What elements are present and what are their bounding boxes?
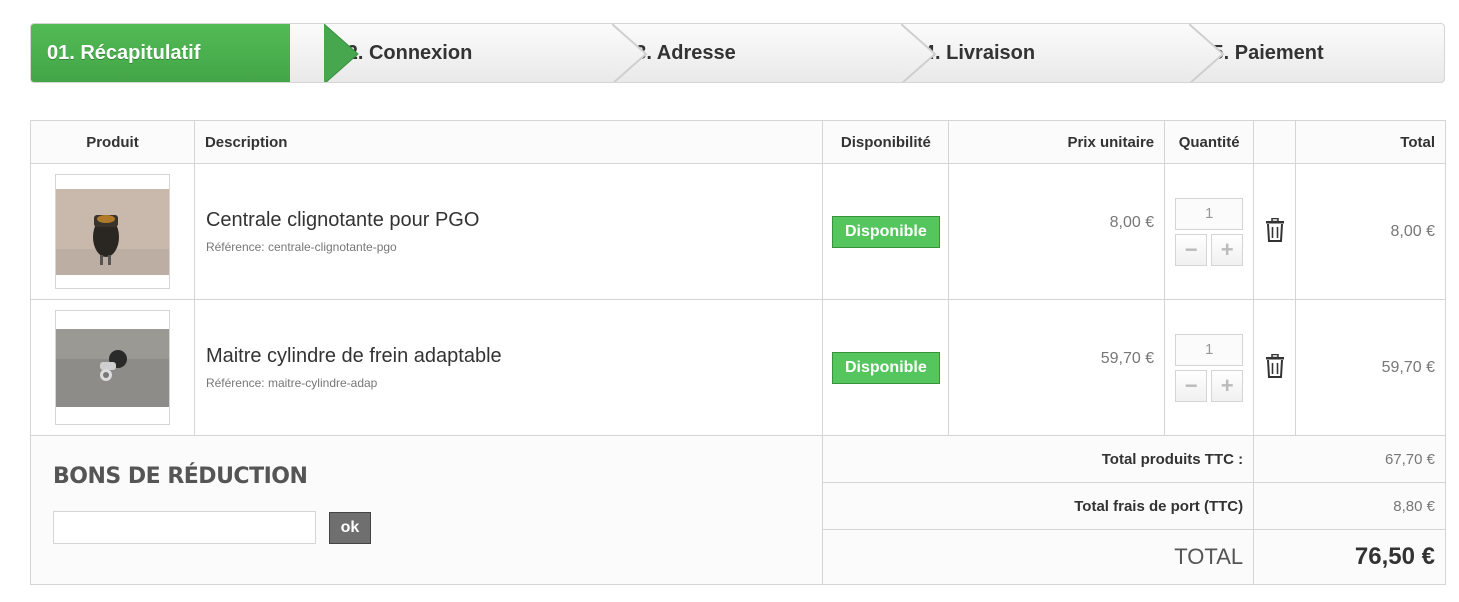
minus-icon: −	[1184, 372, 1198, 398]
availability-badge: Disponible	[831, 215, 940, 248]
product-description-cell: Maitre cylindre de frein adaptable Référ…	[193, 299, 824, 436]
table-header-row: Produit Description Disponibilité Prix u…	[30, 120, 1446, 164]
delete-cell	[1253, 163, 1297, 300]
grand-total-value: 76,50 €	[1253, 529, 1446, 585]
minus-icon: −	[1184, 236, 1198, 262]
quantity-decrease-button[interactable]: −	[1175, 369, 1208, 402]
voucher-section: BONS DE RÉDUCTION ok	[29, 435, 824, 585]
checkout-steps: 01. Récapitulatif 02. Connexion 03. Adre…	[30, 23, 1445, 83]
product-reference: Référence: maitre-cylindre-adap	[205, 376, 378, 390]
header-quantity: Quantité	[1164, 120, 1255, 164]
header-delete	[1253, 120, 1297, 164]
row-total: 59,70 €	[1295, 299, 1446, 436]
quantity-cell: 1 − +	[1164, 163, 1255, 300]
delete-cell	[1253, 299, 1297, 436]
unit-price: 8,00 €	[948, 163, 1166, 300]
product-reference: Référence: centrale-clignotante-pgo	[205, 240, 397, 254]
step-label: 01. Récapitulatif	[47, 41, 201, 64]
total-products-value: 67,70 €	[1253, 435, 1446, 483]
header-description: Description	[193, 120, 824, 164]
voucher-ok-button[interactable]: ok	[329, 511, 371, 544]
header-unit-price: Prix unitaire	[948, 120, 1166, 164]
product-image[interactable]	[54, 310, 170, 425]
total-shipping-value: 8,80 €	[1253, 482, 1446, 530]
total-products-label: Total produits TTC :	[822, 435, 1255, 483]
header-total: Total	[1295, 120, 1446, 164]
quantity-increase-button[interactable]: +	[1211, 233, 1244, 266]
product-name-link[interactable]: Maitre cylindre de frein adaptable	[206, 345, 821, 368]
grand-total-label: TOTAL	[822, 529, 1255, 585]
product-image-cell	[30, 163, 195, 300]
step-summary[interactable]: 01. Récapitulatif	[31, 24, 359, 82]
plus-icon: +	[1220, 236, 1234, 262]
availability-cell: Disponible	[822, 299, 950, 436]
quantity-input[interactable]: 1	[1175, 197, 1244, 230]
trash-icon[interactable]	[1265, 353, 1285, 382]
row-total: 8,00 €	[1295, 163, 1446, 300]
quantity-decrease-button[interactable]: −	[1175, 233, 1208, 266]
availability-badge: Disponible	[831, 351, 940, 384]
header-availability: Disponibilité	[822, 120, 950, 164]
header-product: Produit	[30, 120, 195, 164]
quantity-cell: 1 − +	[1164, 299, 1255, 436]
plus-icon: +	[1220, 372, 1234, 398]
voucher-input[interactable]	[53, 511, 316, 544]
product-image-cell	[30, 299, 195, 436]
availability-cell: Disponible	[822, 163, 950, 300]
total-shipping-label: Total frais de port (TTC)	[822, 482, 1255, 530]
totals-row-products: BONS DE RÉDUCTION ok Total produits TTC …	[29, 435, 1446, 585]
quantity-input[interactable]: 1	[1175, 333, 1244, 366]
table-row: Maitre cylindre de frein adaptable Référ…	[30, 299, 1446, 436]
product-image[interactable]	[54, 174, 170, 289]
product-description-cell: Centrale clignotante pour PGO Référence:…	[193, 163, 824, 300]
cart-table: Produit Description Disponibilité Prix u…	[29, 120, 1446, 585]
quantity-increase-button[interactable]: +	[1211, 369, 1244, 402]
product-name-link[interactable]: Centrale clignotante pour PGO	[206, 209, 821, 232]
trash-icon[interactable]	[1265, 217, 1285, 246]
table-row: Centrale clignotante pour PGO Référence:…	[30, 163, 1446, 300]
voucher-title: BONS DE RÉDUCTION	[53, 464, 308, 489]
unit-price: 59,70 €	[948, 299, 1166, 436]
